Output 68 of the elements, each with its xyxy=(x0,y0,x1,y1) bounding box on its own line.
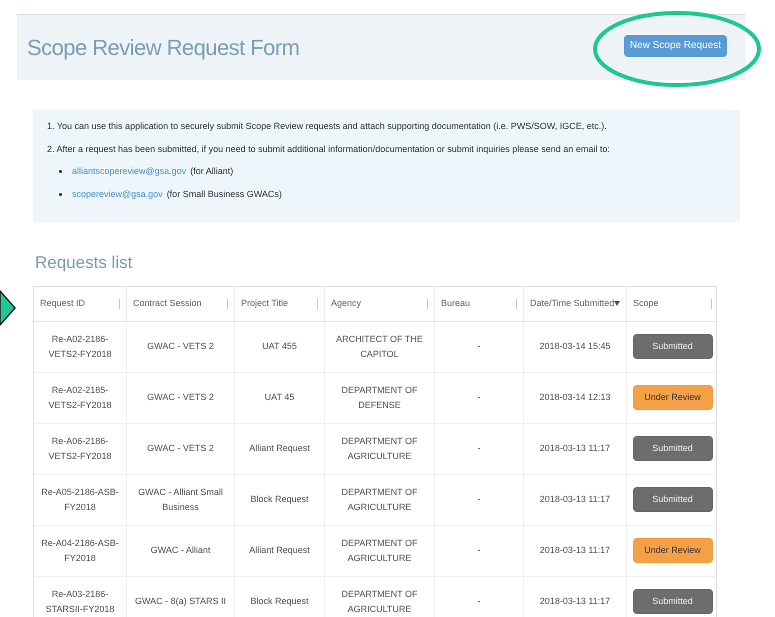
table-cell-text: Re-A05-2186-ASB-FY2018 xyxy=(40,486,120,514)
table-cell-text: Re-A02-2185-VETS2-FY2018 xyxy=(47,384,113,412)
table-cell-text: Re-A03-2186-STARSII-FY2018 xyxy=(44,588,116,616)
sort-handle-icon[interactable] xyxy=(427,298,428,308)
table-cell-text: - xyxy=(478,493,480,506)
scope-status-button[interactable]: Under Review xyxy=(632,385,712,410)
pointer-arrow xyxy=(0,290,16,326)
table-cell-text: GWAC - Alliant Small Business xyxy=(137,486,224,514)
column-header[interactable]: Request ID xyxy=(40,296,86,310)
table-cell-text: Block Request xyxy=(250,595,309,608)
table-cell-text: DEPARTMENT OF AGRICULTURE xyxy=(340,536,418,564)
table-cell-text: UAT 455 xyxy=(262,340,297,353)
table-cell-text: - xyxy=(478,391,480,404)
table-cell-text: 2018-03-13 11:17 xyxy=(540,442,610,455)
table-cell-text: Re-A04-2186-ASB-FY2018 xyxy=(40,536,120,564)
bullet-icon xyxy=(59,192,62,196)
section-heading: Requests list xyxy=(35,252,134,274)
sort-handle-icon[interactable] xyxy=(119,298,120,308)
page-title: Scope Review Request Form xyxy=(27,34,300,62)
sort-handle-icon[interactable] xyxy=(317,298,318,308)
sort-handle-icon[interactable] xyxy=(711,298,712,308)
column-header[interactable]: Bureau xyxy=(441,296,470,310)
scope-status-button[interactable]: Submitted xyxy=(632,487,712,512)
column-header[interactable]: Contract Session xyxy=(133,296,202,310)
table-cell-text: GWAC - VETS 2 xyxy=(147,391,214,404)
column-header[interactable]: Scope xyxy=(633,296,659,310)
table-cell-text: GWAC - VETS 2 xyxy=(147,442,214,455)
scope-status-button[interactable]: Submitted xyxy=(632,334,712,359)
table-cell-text: - xyxy=(478,544,480,557)
column-header[interactable]: Agency xyxy=(331,296,362,310)
table-cell-text: - xyxy=(478,595,480,608)
table-cell-text: Re-A06-2186-VETS2-FY2018 xyxy=(47,434,113,462)
sort-down-icon[interactable] xyxy=(614,301,620,306)
instruction-text: 2. After a request has been submitted, if you need to submit additional information/documentation or submit inquiries please send an email to: xyxy=(47,142,611,156)
table-cell-text: Alliant Request xyxy=(249,442,310,455)
table-cell-text: - xyxy=(478,340,480,353)
table-cell-text: 2018-03-14 15:45 xyxy=(539,340,611,353)
table-cell-text: 2018-03-13 11:17 xyxy=(540,595,610,608)
email-note: (for Small Business GWACs) xyxy=(166,188,282,201)
table-cell-text: Alliant Request xyxy=(249,544,310,557)
scope-status-button[interactable]: Under Review xyxy=(632,538,712,563)
email-note: (for Alliant) xyxy=(190,165,234,178)
table-cell-text: 2018-03-14 12:13 xyxy=(539,391,611,404)
scope-status-button[interactable]: Submitted xyxy=(632,589,712,614)
table-cell-text: 2018-03-13 11:17 xyxy=(540,544,610,557)
new-scope-request-button[interactable]: New Scope Request xyxy=(624,34,727,56)
sort-handle-icon[interactable] xyxy=(227,298,228,308)
table-cell-text: GWAC - Alliant xyxy=(150,544,210,557)
table-cell-text: Block Request xyxy=(250,493,309,506)
table-cell-text: Re-A02-2186-VETS2-FY2018 xyxy=(47,332,113,360)
table-cell-text: DEPARTMENT OF AGRICULTURE xyxy=(340,588,418,616)
email-link[interactable]: scopereview@gsa.gov xyxy=(72,188,163,201)
table-cell-text: ARCHITECT OF THE CAPITOL xyxy=(335,332,424,360)
table-cell-text: GWAC - 8(a) STARS II xyxy=(134,595,226,608)
scope-status-button[interactable]: Submitted xyxy=(632,436,712,461)
table-cell-text: DEPARTMENT OF AGRICULTURE xyxy=(340,434,418,462)
instruction-text: 1. You can use this application to securely submit Scope Review requests and attach supporting documentation (i.e. PWS/SOW, IGCE, etc.). xyxy=(47,120,608,133)
table-cell-text: GWAC - VETS 2 xyxy=(147,340,214,353)
bullet-icon xyxy=(59,170,62,174)
table-cell-text: 2018-03-13 11:17 xyxy=(540,493,610,506)
column-header[interactable]: Date/Time Submitted xyxy=(530,296,614,310)
email-link[interactable]: alliantscopereview@gsa.gov xyxy=(72,165,186,178)
table-cell-text: - xyxy=(478,442,480,455)
column-header[interactable]: Project Title xyxy=(241,296,288,310)
table-cell-text: DEPARTMENT OF AGRICULTURE xyxy=(340,486,418,514)
table-cell-text: UAT 45 xyxy=(264,391,294,404)
table-cell-text: DEPARTMENT OF DEFENSE xyxy=(340,384,418,412)
sort-handle-icon[interactable] xyxy=(516,298,517,308)
